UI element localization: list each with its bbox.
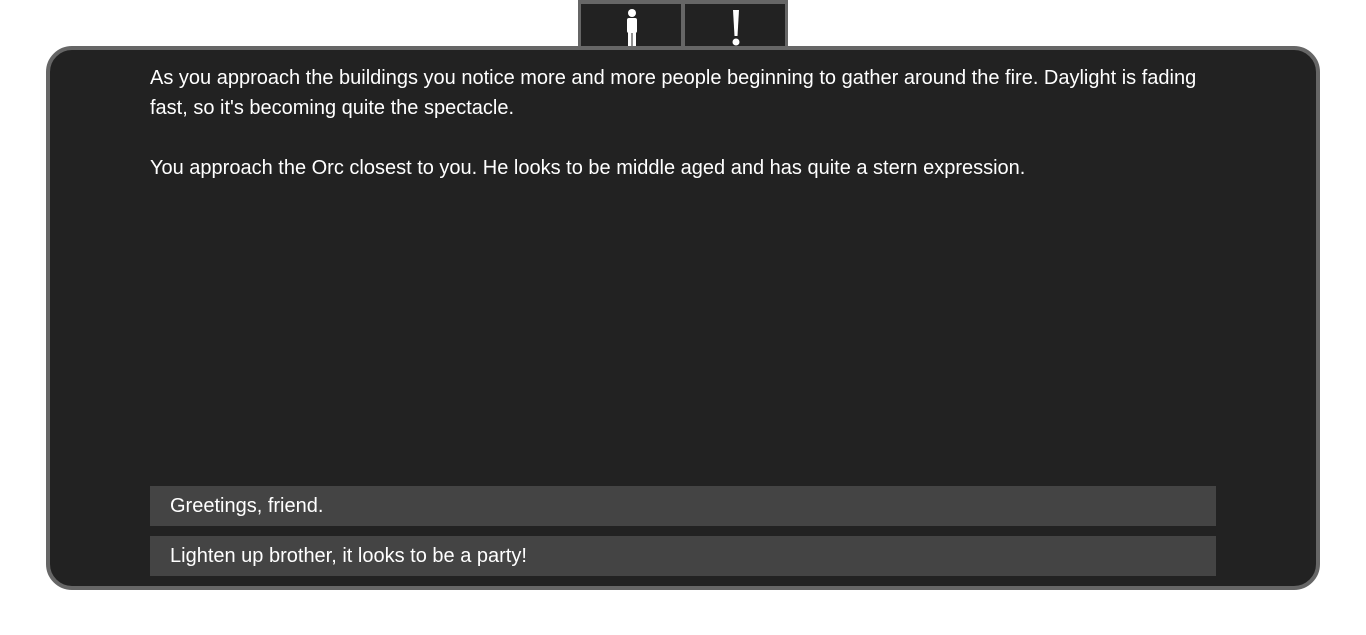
- character-tab[interactable]: [581, 4, 681, 48]
- choice-label: Greetings, friend.: [170, 495, 324, 517]
- choice-lighten-up-button[interactable]: Lighten up brother, it looks to be a par…: [150, 536, 1216, 576]
- alert-tab[interactable]: [685, 4, 785, 48]
- top-tab-bar: [578, 0, 788, 48]
- story-paragraph: As you approach the buildings you notice…: [150, 67, 1197, 119]
- choice-greetings-button[interactable]: Greetings, friend.: [150, 486, 1216, 526]
- story-text: As you approach the buildings you notice…: [150, 63, 1220, 213]
- exclamation-icon: [732, 10, 740, 46]
- choice-label: Lighten up brother, it looks to be a par…: [170, 545, 527, 567]
- story-paragraph: You approach the Orc closest to you. He …: [150, 157, 1026, 179]
- person-icon: [627, 9, 637, 46]
- dialogue-panel: As you approach the buildings you notice…: [46, 46, 1320, 590]
